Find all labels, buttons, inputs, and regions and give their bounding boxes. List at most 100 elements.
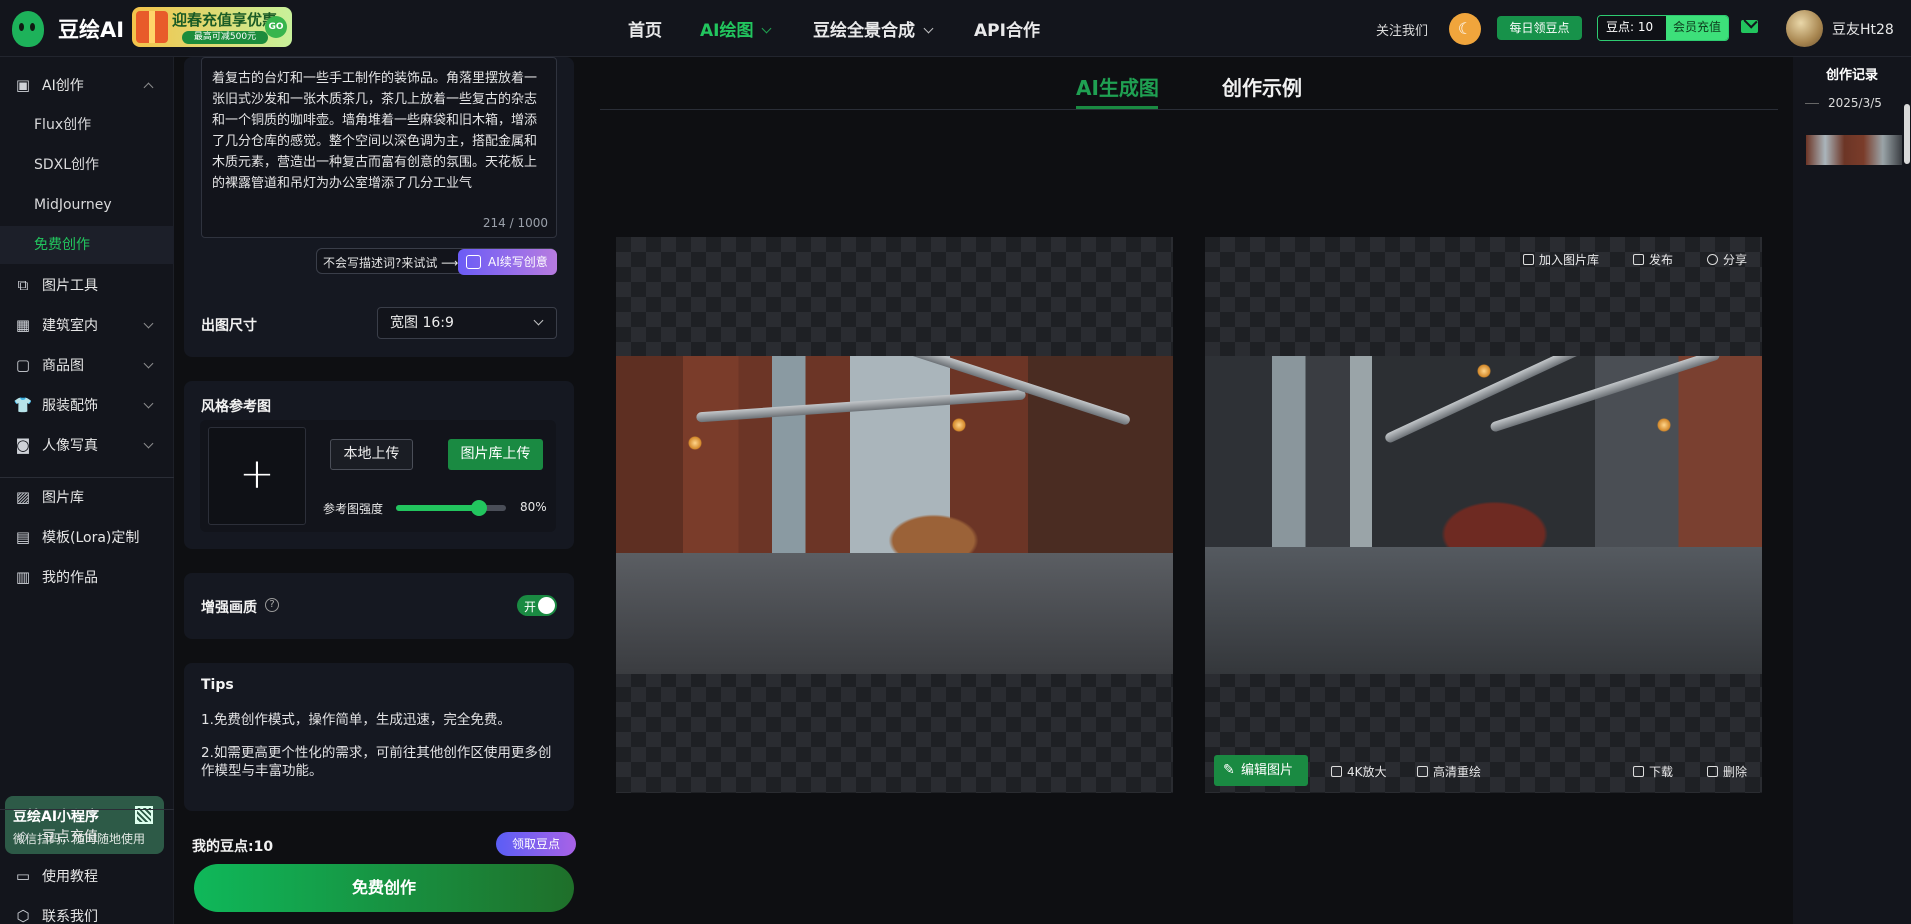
tips-title: Tips <box>201 677 234 693</box>
claim-points-button[interactable]: 领取豆点 <box>496 832 576 856</box>
strength-slider[interactable] <box>396 500 506 516</box>
delete-button[interactable]: 删除 <box>1707 763 1747 780</box>
lamp-detail <box>952 418 966 432</box>
sidebar-item-lora[interactable]: ▤ 模板(Lora)定制 <box>0 518 174 556</box>
publish-button[interactable]: 发布 <box>1633 251 1673 268</box>
ai-rewrite-button[interactable]: AI续写创意 <box>458 249 557 275</box>
share-button[interactable]: 分享 <box>1707 251 1747 268</box>
camera-icon: ◙ <box>15 436 31 454</box>
pipe-detail <box>1489 356 1721 433</box>
sidebar-item-my-works[interactable]: ▥ 我的作品 <box>0 558 174 596</box>
promo-go-button[interactable]: GO <box>265 16 287 38</box>
strength-value: 80% <box>520 500 547 514</box>
sidebar-item-label: 人像写真 <box>42 438 98 454</box>
publish-icon <box>1633 254 1644 265</box>
building-icon: ▦ <box>15 316 31 334</box>
sidebar-item-product[interactable]: ▢ 商品图 <box>0 346 174 384</box>
free-create-button[interactable]: 免费创作 <box>194 864 574 912</box>
redraw-label: 高清重绘 <box>1433 765 1482 779</box>
book-icon: ▭ <box>15 867 31 885</box>
nav-home[interactable]: 首页 <box>628 16 662 41</box>
sidebar-item-tutorial[interactable]: ▭ 使用教程 <box>0 857 174 895</box>
promo-subtitle: 最高可减500元 <box>182 31 268 44</box>
tab-ai-generated[interactable]: AI生成图 <box>1076 72 1159 101</box>
sidebar-item-portrait[interactable]: ◙ 人像写真 <box>0 426 174 464</box>
sidebar-sub-flux[interactable]: Flux创作 <box>0 106 174 144</box>
char-count: 214 / 1000 <box>482 216 548 230</box>
sidebar-item-label: 图片工具 <box>42 278 98 294</box>
nav-api[interactable]: API合作 <box>974 16 1040 41</box>
document-icon: ▥ <box>15 568 31 586</box>
library-upload-button[interactable]: 图片库上传 <box>448 439 543 470</box>
sidebar-item-gallery[interactable]: ▨ 图片库 <box>0 478 174 516</box>
vip-recharge-button[interactable]: 会员充值 <box>1666 16 1728 40</box>
sidebar-item-ai-create[interactable]: ▣ AI创作 <box>0 66 174 104</box>
enhance-toggle[interactable]: 开 <box>517 595 557 616</box>
edit-image-button[interactable]: 编辑图片 <box>1214 755 1308 786</box>
sidebar-item-label: 商品图 <box>42 358 84 374</box>
hd-redraw-button[interactable]: 高清重绘 <box>1417 763 1481 780</box>
sidebar-item-recharge[interactable]: ◇ 豆点充值 <box>0 817 174 855</box>
chevron-down-icon <box>762 23 772 34</box>
help-icon[interactable]: ? <box>265 598 279 612</box>
chevron-down-icon <box>143 398 154 409</box>
tips-card <box>184 663 574 811</box>
nav-panorama[interactable]: 豆绘全景合成 <box>813 16 934 41</box>
tip-2: 2.如需更高更个性化的需求，可前往其他创作区使用更多创作模型与丰富功能。 <box>201 745 552 779</box>
add-reference-image-button[interactable]: + <box>208 427 306 525</box>
promo-banner[interactable]: 迎春充值享优惠 最高可减500元 GO <box>132 7 292 47</box>
avatar[interactable] <box>1786 10 1823 47</box>
lamp-detail <box>1657 418 1671 432</box>
daily-points-button[interactable]: 每日领豆点 <box>1497 16 1582 40</box>
chevron-down-icon <box>533 315 544 326</box>
history-title: 创作记录 <box>1826 68 1879 83</box>
nav-ai-draw[interactable]: AI绘图 <box>700 16 772 41</box>
history-thumbnail[interactable] <box>1806 135 1902 165</box>
sidebar-item-apparel[interactable]: 👕 服装配饰 <box>0 386 174 424</box>
tab-examples[interactable]: 创作示例 <box>1222 72 1302 101</box>
sidebar-sub-free-create[interactable]: 免费创作 <box>0 226 174 264</box>
sidebar-sub-midjourney[interactable]: MidJourney <box>0 186 174 224</box>
my-points: 我的豆点:10 <box>192 839 274 855</box>
sidebar-item-image-tools[interactable]: ⧉ 图片工具 <box>0 266 174 304</box>
toggle-knob <box>538 597 555 614</box>
size-select[interactable]: 宽图 16:9 <box>377 307 557 339</box>
prompt-hint: 不会写描述词?来试试 ⟶ <box>323 256 459 270</box>
strength-label: 参考图强度 <box>323 502 384 516</box>
nav-ai-draw-label: AI绘图 <box>700 21 754 41</box>
chevron-down-icon <box>143 358 154 369</box>
sidebar-item-contact[interactable]: ⬡ 联系我们 <box>0 897 174 924</box>
date-divider <box>1805 103 1819 104</box>
points-count: 豆点: 10 <box>1598 16 1666 40</box>
image-edit-icon: ▣ <box>15 76 31 94</box>
generated-image-1[interactable] <box>616 356 1173 674</box>
generated-image-2[interactable] <box>1205 356 1762 674</box>
strength-slider-handle[interactable] <box>471 500 487 516</box>
share-icon <box>1707 254 1718 265</box>
follow-us-link[interactable]: 关注我们 <box>1376 20 1428 39</box>
sidebar-item-label: 建筑室内 <box>42 318 98 334</box>
mail-icon[interactable] <box>1741 20 1758 33</box>
sidebar-sub-sdxl[interactable]: SDXL创作 <box>0 146 174 184</box>
lamp-detail <box>688 436 702 450</box>
result-panel-1 <box>616 237 1173 793</box>
sidebar-item-architecture[interactable]: ▦ 建筑室内 <box>0 306 174 344</box>
chevron-down-icon <box>143 438 154 449</box>
dark-mode-toggle-icon[interactable]: ☾ <box>1449 13 1481 45</box>
sidebar-item-label: 豆点充值 <box>42 829 98 845</box>
logo[interactable]: 豆绘AI <box>12 11 124 47</box>
prompt-textarea[interactable]: 着复古的台灯和一些手工制作的装饰品。角落里摆放着一张旧式沙发和一张木质茶几，茶几… <box>201 57 557 238</box>
sidebar-item-label: 我的作品 <box>42 570 98 586</box>
nav-panorama-label: 豆绘全景合成 <box>813 21 915 41</box>
sidebar-divider <box>0 809 174 810</box>
upscale-4k-button[interactable]: 4K放大 <box>1331 763 1387 780</box>
sidebar-item-label: 图片库 <box>42 490 84 506</box>
download-button[interactable]: 下载 <box>1633 763 1673 780</box>
history-scrollbar[interactable] <box>1904 104 1910 164</box>
username[interactable]: 豆友Ht28 <box>1832 19 1894 39</box>
toggle-text: 开 <box>524 600 537 614</box>
nav-home-label: 首页 <box>628 21 662 41</box>
download-label: 下载 <box>1649 765 1674 779</box>
local-upload-button[interactable]: 本地上传 <box>330 439 413 470</box>
add-to-gallery-button[interactable]: 加入图片库 <box>1523 251 1599 268</box>
